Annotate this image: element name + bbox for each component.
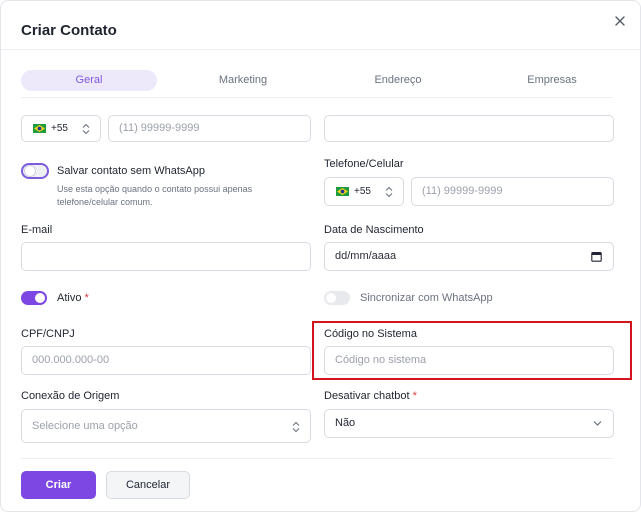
updown-chevron-icon: [292, 421, 300, 433]
conexao-placeholder: Selecione uma opção: [32, 420, 138, 432]
no-whatsapp-hint-2: telefone/celular comum.: [57, 197, 153, 207]
create-contact-dialog: Criar Contato Geral Marketing Endereço E…: [0, 0, 641, 512]
chevron-down-icon: [593, 421, 602, 426]
no-whatsapp-hint-1: Use esta opção quando o contato possui a…: [57, 184, 253, 194]
no-whatsapp-toggle[interactable]: [21, 163, 49, 179]
telefone-label: Telefone/Celular: [324, 158, 404, 170]
chatbot-label-text: Desativar chatbot: [324, 390, 410, 402]
required-mark: *: [84, 292, 89, 304]
create-button[interactable]: Criar: [21, 471, 96, 499]
brazil-flag-icon: [336, 187, 349, 196]
birthdate-input[interactable]: dd/mm/aaaa: [324, 242, 614, 271]
telefone-placeholder: (11) 99999-9999: [422, 185, 503, 197]
highlight-box: [312, 321, 632, 380]
nascimento-label: Data de Nascimento: [324, 224, 424, 236]
email-label: E-mail: [21, 224, 53, 236]
cancel-button[interactable]: Cancelar: [106, 471, 190, 499]
conexao-select[interactable]: Selecione uma opção: [21, 409, 311, 443]
chatbot-select[interactable]: Não: [324, 409, 614, 438]
header-divider: [1, 49, 640, 50]
brazil-flag-icon: [33, 124, 46, 133]
phone-placeholder: (11) 99999-9999: [119, 122, 200, 134]
dialog-title: Criar Contato: [21, 22, 117, 39]
toggle-knob: [35, 293, 45, 303]
chatbot-label: Desativar chatbot *: [324, 390, 417, 402]
toggle-knob: [326, 293, 336, 303]
cpf-input[interactable]: 000.000.000-00: [21, 346, 311, 375]
ativo-label: Ativo *: [57, 292, 89, 304]
updown-chevron-icon: [385, 186, 393, 198]
calendar-icon[interactable]: [591, 251, 602, 262]
tab-bar: Geral Marketing Endereço Empresas: [21, 70, 613, 91]
cpf-placeholder: 000.000.000-00: [32, 354, 110, 366]
cpf-label: CPF/CNPJ: [21, 328, 75, 340]
footer-divider: [21, 458, 613, 459]
tab-geral[interactable]: Geral: [21, 70, 157, 91]
name-input[interactable]: [324, 115, 614, 142]
sync-whatsapp-toggle[interactable]: [324, 291, 350, 305]
tabs-divider: [21, 97, 613, 98]
conexao-label: Conexão de Origem: [21, 390, 120, 402]
sync-whatsapp-label: Sincronizar com WhatsApp: [360, 292, 493, 304]
country-code-value: +55: [51, 123, 68, 134]
tab-empresas[interactable]: Empresas: [484, 70, 620, 91]
chatbot-value: Não: [335, 417, 356, 429]
phone-input[interactable]: (11) 99999-9999: [108, 115, 311, 142]
tab-marketing[interactable]: Marketing: [175, 70, 311, 91]
telefone-country-code-value: +55: [354, 186, 371, 197]
ativo-toggle[interactable]: [21, 291, 47, 305]
tab-endereco[interactable]: Endereço: [330, 70, 466, 91]
telefone-input[interactable]: (11) 99999-9999: [411, 177, 614, 206]
ativo-label-text: Ativo: [57, 292, 82, 304]
close-icon[interactable]: [611, 12, 629, 30]
updown-chevron-icon: [82, 123, 90, 135]
toggle-knob: [25, 166, 35, 176]
no-whatsapp-label: Salvar contato sem WhatsApp: [57, 165, 205, 177]
telefone-country-code-select[interactable]: +55: [324, 177, 404, 206]
email-input[interactable]: [21, 242, 311, 271]
birthdate-placeholder: dd/mm/aaaa: [335, 250, 397, 262]
required-mark: *: [412, 390, 417, 402]
country-code-select[interactable]: +55: [21, 115, 101, 142]
